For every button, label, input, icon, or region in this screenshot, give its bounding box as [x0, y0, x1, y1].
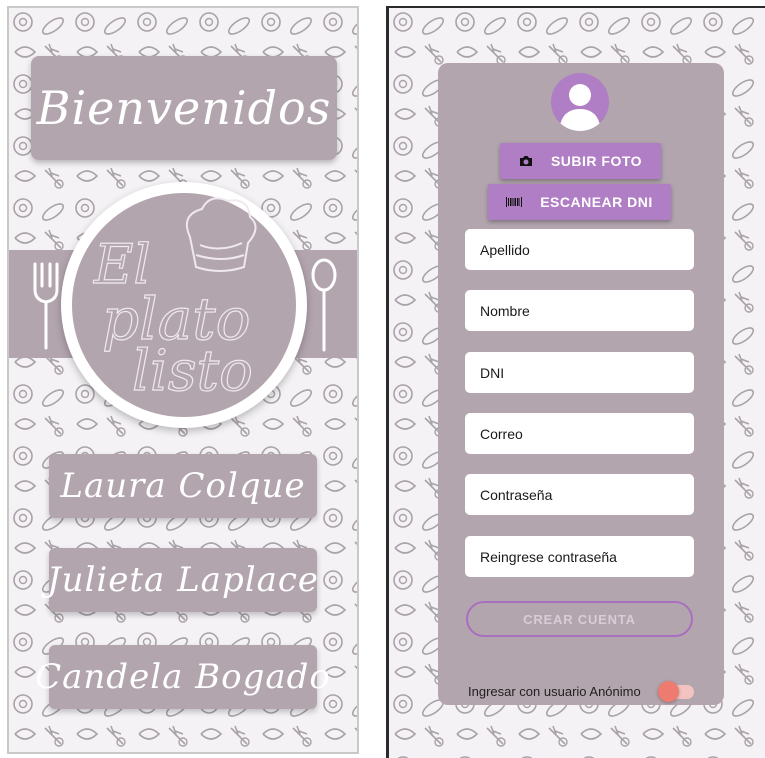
team-member-card: Julieta Laplace — [46, 548, 320, 612]
upload-photo-button[interactable]: SUBIR FOTO — [500, 143, 661, 179]
surname-placeholder: Apellido — [480, 241, 530, 258]
email-field[interactable]: Correo — [465, 413, 694, 454]
anonymous-login-label: Ingresar con usuario Anónimo — [468, 684, 641, 699]
scan-dni-button[interactable]: ESCANEAR DNI — [488, 184, 671, 220]
user-avatar-icon[interactable] — [551, 73, 609, 131]
confirm-password-placeholder: Reingrese contraseña — [480, 548, 617, 565]
password-field[interactable]: Contraseña — [465, 474, 694, 515]
welcome-title: Bienvenidos — [36, 81, 332, 135]
scan-dni-label: ESCANEAR DNI — [540, 194, 653, 210]
upload-photo-label: SUBIR FOTO — [550, 153, 643, 169]
name-placeholder: Nombre — [480, 302, 530, 319]
logo-text-line: listo — [131, 338, 253, 404]
register-screen: SUBIR FOTO ESCANEAR DNI Apellido Nombre … — [386, 6, 765, 758]
team-member-card: Laura Colque — [49, 454, 317, 518]
register-form: SUBIR FOTO ESCANEAR DNI Apellido Nombre … — [438, 63, 724, 705]
team-member-name: Julieta Laplace — [46, 560, 320, 600]
team-member-name: Laura Colque — [60, 466, 306, 506]
logo-badge: El plato listo — [61, 182, 307, 428]
dni-placeholder: DNI — [480, 364, 505, 381]
welcome-banner: Bienvenidos — [31, 56, 337, 160]
confirm-password-field[interactable]: Reingrese contraseña — [465, 536, 694, 577]
create-account-button[interactable]: CREAR CUENTA — [466, 601, 693, 637]
dni-field[interactable]: DNI — [465, 352, 694, 393]
barcode-icon — [506, 197, 523, 207]
welcome-screen: Bienvenidos El plato listo Laura Colque … — [7, 6, 359, 754]
password-placeholder: Contraseña — [480, 486, 553, 503]
team-member-name: Candela Bogado — [35, 657, 331, 697]
fork-icon — [33, 262, 59, 350]
logo-disc: El plato listo — [72, 193, 296, 417]
email-placeholder: Correo — [480, 425, 523, 442]
surname-field[interactable]: Apellido — [465, 229, 694, 270]
team-member-card: Candela Bogado — [35, 645, 330, 709]
spoon-icon — [311, 258, 337, 352]
anonymous-toggle-thumb[interactable] — [658, 681, 679, 702]
camera-icon — [519, 156, 532, 166]
name-field[interactable]: Nombre — [465, 290, 694, 331]
